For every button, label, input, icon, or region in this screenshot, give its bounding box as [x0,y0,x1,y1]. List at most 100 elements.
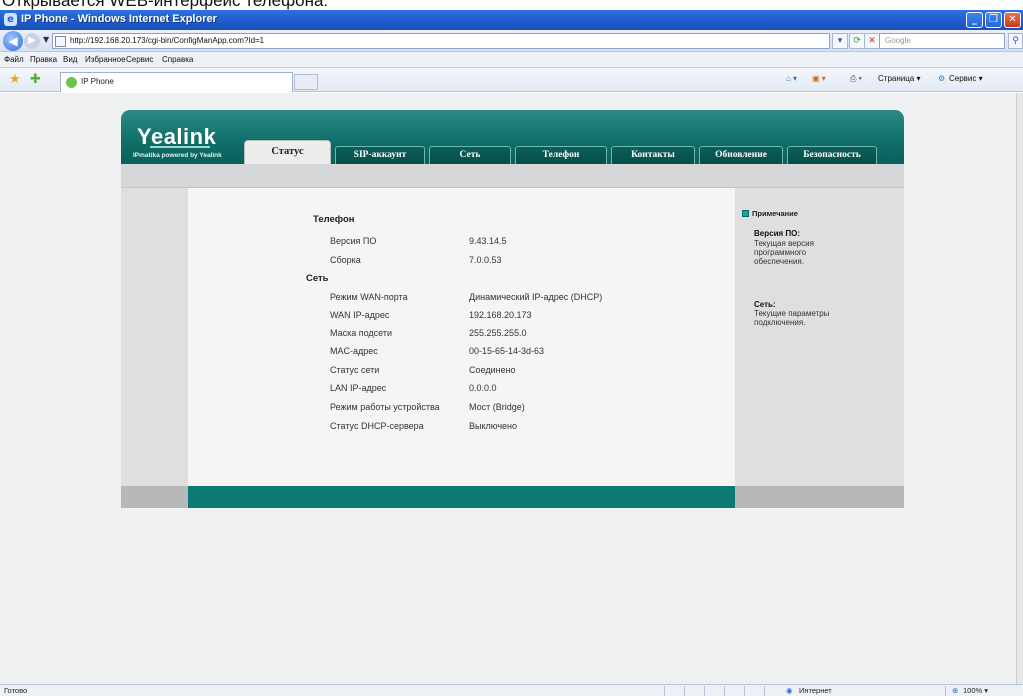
search-icon[interactable]: ⚲ [1008,33,1023,49]
network-status-value: Соединено [469,365,516,375]
ie-icon: e [4,13,17,26]
refresh-icon[interactable]: ⟳ [849,33,865,49]
tab-phone[interactable]: Телефон [515,146,607,164]
tab-page-icon [66,77,77,88]
firmware-version-label: Версия ПО [330,236,377,246]
tab-contacts[interactable]: Контакты [611,146,695,164]
search-placeholder: Google [885,36,911,45]
device-mode-value: Мост (Bridge) [469,402,525,412]
stop-icon[interactable]: ✕ [864,33,880,49]
lan-ip-label: LAN IP-адрес [330,383,387,393]
minimize-button[interactable]: _ [966,12,983,28]
close-button[interactable]: ✕ [1004,12,1021,28]
address-dropdown-icon[interactable]: ▾ [832,33,848,49]
footer-left [121,486,188,508]
window-title: IP Phone - Windows Internet Explorer [21,13,217,25]
history-dropdown-icon[interactable]: ▼ [43,35,49,44]
status-bar: Готово ◉ Интернет ⊕ 100% ▾ [0,684,1023,696]
page-menu[interactable]: Страница ▾ [878,74,921,83]
zoom-icon: ⊕ [952,686,959,695]
footer-bar [188,486,735,508]
internet-zone-icon: ◉ [786,686,793,695]
tab-title: IP Phone [81,77,114,86]
note-network-title: Сеть: [754,300,776,309]
caption-text: Открывается WEB-интерфейс телефона: [2,0,329,10]
address-url: http://192.168.20.173/cgi-bin/ConfigManA… [70,36,265,45]
lan-ip-value: 0.0.0.0 [469,383,497,393]
menu-view[interactable]: Вид [63,55,77,64]
footer-right [735,486,904,508]
dhcp-server-value: Выключено [469,421,517,431]
sub-navigation-bar [121,164,904,188]
note-firmware-text: Текущая версия программного обеспечения. [754,239,814,266]
add-favorite-icon[interactable]: ✚ [30,72,41,87]
menu-edit[interactable]: Правка [30,55,57,64]
page-menu-label: Страница [878,74,915,83]
dhcp-server-label: Статус DHCP-сервера [330,421,424,431]
network-status-label: Статус сети [330,365,380,375]
tools-menu-label: Сервис [949,74,977,83]
menu-help[interactable]: Справка [162,55,193,64]
tab-security[interactable]: Безопасность [787,146,877,164]
subnet-mask-label: Маска подсети [330,328,393,338]
tools-gear-icon[interactable]: ⚙ [938,74,945,83]
mac-address-label: MAC-адрес [330,346,378,356]
network-section-title: Сеть [306,273,329,284]
notes-header-label: Примечание [752,209,798,218]
menu-file[interactable]: Файл [4,55,24,64]
feeds-icon[interactable]: ▣ ▾ [812,74,826,83]
maximize-button[interactable]: ❐ [985,12,1002,28]
print-icon[interactable]: ⎙ ▾ [850,74,862,84]
wan-mode-value: Динамический IP-адрес (DHCP) [469,292,603,302]
security-zone: Интернет [799,686,832,695]
status-divider [704,686,705,696]
tab-network[interactable]: Сеть [429,146,511,164]
back-button[interactable]: ◀ [3,31,23,51]
brand-tagline: IPmatika powered by Yealink [133,152,222,159]
subnet-mask-value: 255.255.255.0 [469,328,527,338]
mac-address-value: 00-15-65-14-3d-63 [469,346,545,356]
wan-ip-value: 192.168.20.173 [469,310,532,320]
status-content [188,188,735,486]
zoom-level[interactable]: 100% ▾ [963,686,988,695]
status-divider [744,686,745,696]
address-toolbar: ◀ ▶ ▼ http://192.168.20.173/cgi-bin/Conf… [0,30,1023,52]
tab-upgrade[interactable]: Обновление [699,146,783,164]
tab-status[interactable]: Статус [244,140,331,166]
zoom-value: 100% [963,686,983,695]
vertical-scrollbar[interactable] [1016,93,1023,684]
page-icon [55,36,66,47]
document-caption: Открывается WEB-интерфейс телефона: [0,0,1023,10]
browser-tab[interactable]: IP Phone [60,72,293,92]
address-input[interactable]: http://192.168.20.173/cgi-bin/ConfigManA… [52,33,830,49]
status-divider [945,686,946,696]
build-value: 7.0.0.53 [469,255,502,265]
status-divider [724,686,725,696]
left-panel [121,188,188,486]
menu-favorites[interactable]: Избранное [85,55,126,64]
tab-sip-account[interactable]: SIP-аккаунт [335,146,425,164]
status-text: Готово [4,686,28,695]
favorites-star-icon[interactable]: ★ [9,72,21,87]
build-label: Сборка [330,255,361,265]
status-divider [684,686,685,696]
wan-ip-label: WAN IP-адрес [330,310,390,320]
search-input[interactable]: Google [879,33,1005,49]
forward-button[interactable]: ▶ [24,33,40,49]
phone-section-title: Телефон [313,214,355,225]
menu-tools[interactable]: Сервис [126,55,153,64]
home-icon[interactable]: ⌂ ▾ [786,74,797,83]
status-divider [764,686,765,696]
logo-underline [150,146,210,148]
menu-bar: Файл Правка Вид Избранное Сервис Справка [0,52,1023,68]
device-mode-label: Режим работы устройства [330,402,440,412]
notes-header: Примечание [742,209,798,218]
favorites-bar: ★ ✚ IP Phone ⌂ ▾ ▣ ▾ ⎙ ▾ Страница ▾ ⚙ Се… [0,68,1023,92]
new-tab-button[interactable] [294,74,318,90]
status-divider [664,686,665,696]
firmware-version-value: 9.43.14.5 [469,236,507,246]
note-square-icon [742,210,749,217]
wan-mode-label: Режим WAN-порта [330,292,408,302]
tools-menu[interactable]: Сервис ▾ [949,74,983,83]
window-titlebar: e IP Phone - Windows Internet Explorer _… [0,10,1023,30]
